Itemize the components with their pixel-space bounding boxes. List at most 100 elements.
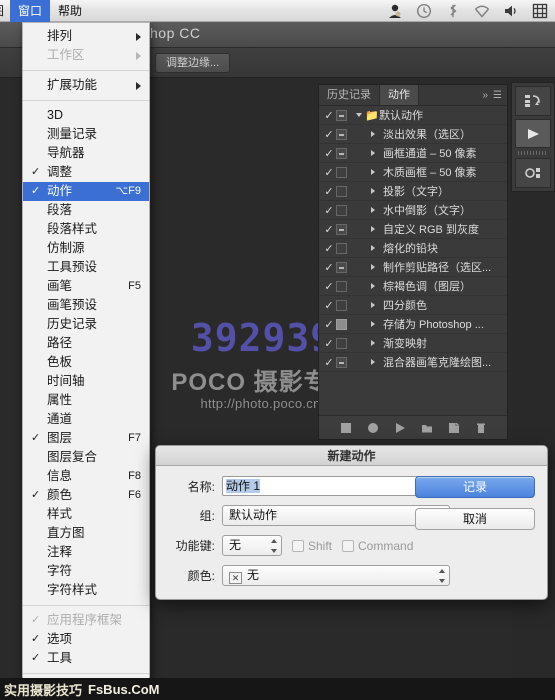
- action-toggle-checkmark-icon[interactable]: ✓: [322, 166, 336, 179]
- action-toggle-checkmark-icon[interactable]: ✓: [322, 337, 336, 350]
- bluetooth-icon[interactable]: [445, 3, 461, 19]
- action-row[interactable]: ✓📁默认动作: [319, 106, 507, 125]
- menu-item-17[interactable]: 路径: [23, 334, 149, 353]
- action-row[interactable]: ✓混合器画笔克隆绘图...: [319, 353, 507, 372]
- action-dialog-toggle-box[interactable]: [336, 205, 347, 216]
- menu-item-10[interactable]: 段落: [23, 201, 149, 220]
- action-row[interactable]: ✓水中倒影（文字）: [319, 201, 507, 220]
- disclosure-triangle-icon[interactable]: [367, 188, 379, 194]
- action-row[interactable]: ✓淡出效果（选区）: [319, 125, 507, 144]
- action-row[interactable]: ✓自定义 RGB 到灰度: [319, 220, 507, 239]
- action-dialog-toggle-box[interactable]: [336, 224, 347, 235]
- menu-item-27[interactable]: 直方图: [23, 524, 149, 543]
- menu-item-24[interactable]: 信息F8: [23, 467, 149, 486]
- color-select[interactable]: ✕无: [222, 565, 450, 586]
- window-menu-dropdown[interactable]: 排列工作区扩展功能3D测量记录导航器✓调整✓动作⌥F9段落段落样式仿制源工具预设…: [22, 22, 150, 682]
- command-checkbox[interactable]: Command: [342, 539, 413, 553]
- menu-item-19[interactable]: 时间轴: [23, 372, 149, 391]
- action-toggle-checkmark-icon[interactable]: ✓: [322, 356, 336, 369]
- action-row[interactable]: ✓制作剪贴路径（选区...: [319, 258, 507, 277]
- double-chevron-right-icon[interactable]: »: [482, 90, 488, 101]
- new-set-folder-icon[interactable]: [421, 422, 433, 434]
- record-icon[interactable]: [367, 422, 379, 434]
- menu-item-9[interactable]: ✓动作⌥F9: [23, 182, 149, 201]
- disclosure-triangle-icon[interactable]: [367, 226, 379, 232]
- actions-list[interactable]: ✓📁默认动作✓淡出效果（选区）✓画框通道 – 50 像素✓木质画框 – 50 像…: [319, 106, 507, 415]
- action-row[interactable]: ✓渐变映射: [319, 334, 507, 353]
- menu-item-15[interactable]: 画笔预设: [23, 296, 149, 315]
- disclosure-triangle-icon[interactable]: [367, 340, 379, 346]
- action-dialog-toggle-box[interactable]: [336, 319, 347, 330]
- action-dialog-toggle-box[interactable]: [336, 129, 347, 140]
- action-toggle-checkmark-icon[interactable]: ✓: [322, 280, 336, 293]
- action-dialog-toggle-box[interactable]: [336, 110, 347, 121]
- menu-item-26[interactable]: 样式: [23, 505, 149, 524]
- tab-history[interactable]: 历史记录: [319, 85, 380, 105]
- disclosure-triangle-icon[interactable]: [353, 113, 365, 117]
- menu-item-23[interactable]: 图层复合: [23, 448, 149, 467]
- disclosure-triangle-icon[interactable]: [367, 321, 379, 327]
- stop-icon[interactable]: [340, 422, 352, 434]
- disclosure-triangle-icon[interactable]: [367, 131, 379, 137]
- properties-panel-icon[interactable]: [515, 158, 551, 188]
- action-toggle-checkmark-icon[interactable]: ✓: [322, 299, 336, 312]
- action-toggle-checkmark-icon[interactable]: ✓: [322, 128, 336, 141]
- function-key-select[interactable]: 无: [222, 535, 282, 556]
- tab-actions[interactable]: 动作: [380, 85, 419, 105]
- actions-play-panel-icon[interactable]: [515, 119, 551, 149]
- action-row[interactable]: ✓画框通道 – 50 像素: [319, 144, 507, 163]
- action-dialog-toggle-box[interactable]: [336, 338, 347, 349]
- action-dialog-toggle-box[interactable]: [336, 243, 347, 254]
- input-method-icon[interactable]: [532, 3, 548, 19]
- action-dialog-toggle-box[interactable]: [336, 167, 347, 178]
- disclosure-triangle-icon[interactable]: [367, 283, 379, 289]
- menubar-item-help[interactable]: 帮助: [50, 0, 90, 22]
- disclosure-triangle-icon[interactable]: [367, 245, 379, 251]
- menu-item-5[interactable]: 3D: [23, 106, 149, 125]
- menu-item-34[interactable]: ✓工具: [23, 649, 149, 668]
- action-toggle-checkmark-icon[interactable]: ✓: [322, 109, 336, 122]
- cancel-button[interactable]: 取消: [415, 508, 535, 530]
- action-toggle-checkmark-icon[interactable]: ✓: [322, 223, 336, 236]
- action-row[interactable]: ✓投影（文字）: [319, 182, 507, 201]
- menu-item-30[interactable]: 字符样式: [23, 581, 149, 600]
- disclosure-triangle-icon[interactable]: [367, 150, 379, 156]
- action-row[interactable]: ✓存储为 Photoshop ...: [319, 315, 507, 334]
- menu-item-8[interactable]: ✓调整: [23, 163, 149, 182]
- action-row[interactable]: ✓棕褐色调（图层）: [319, 277, 507, 296]
- action-row[interactable]: ✓木质画框 – 50 像素: [319, 163, 507, 182]
- menu-item-0[interactable]: 排列: [23, 27, 149, 46]
- menu-item-14[interactable]: 画笔F5: [23, 277, 149, 296]
- wifi-icon[interactable]: [474, 3, 490, 19]
- disclosure-triangle-icon[interactable]: [367, 207, 379, 213]
- menubar-item-window[interactable]: 窗口: [10, 0, 50, 22]
- action-row[interactable]: ✓四分颜色: [319, 296, 507, 315]
- menu-item-7[interactable]: 导航器: [23, 144, 149, 163]
- action-toggle-checkmark-icon[interactable]: ✓: [322, 204, 336, 217]
- menu-item-6[interactable]: 测量记录: [23, 125, 149, 144]
- action-dialog-toggle-box[interactable]: [336, 186, 347, 197]
- menu-item-11[interactable]: 段落样式: [23, 220, 149, 239]
- action-toggle-checkmark-icon[interactable]: ✓: [322, 242, 336, 255]
- disclosure-triangle-icon[interactable]: [367, 169, 379, 175]
- action-toggle-checkmark-icon[interactable]: ✓: [322, 147, 336, 160]
- user-avatar-icon[interactable]: [387, 3, 403, 19]
- disclosure-triangle-icon[interactable]: [367, 359, 379, 365]
- action-dialog-toggle-box[interactable]: [336, 300, 347, 311]
- menu-item-18[interactable]: 色板: [23, 353, 149, 372]
- action-dialog-toggle-box[interactable]: [336, 262, 347, 273]
- history-panel-icon[interactable]: [515, 86, 551, 116]
- menu-item-28[interactable]: 注释: [23, 543, 149, 562]
- disclosure-triangle-icon[interactable]: [367, 264, 379, 270]
- menu-item-12[interactable]: 仿制源: [23, 239, 149, 258]
- panel-menu-icon[interactable]: ☰: [493, 90, 502, 101]
- menu-item-29[interactable]: 字符: [23, 562, 149, 581]
- action-row[interactable]: ✓熔化的铅块: [319, 239, 507, 258]
- menu-item-3[interactable]: 扩展功能: [23, 76, 149, 95]
- action-dialog-toggle-box[interactable]: [336, 281, 347, 292]
- menu-item-25[interactable]: ✓颜色F6: [23, 486, 149, 505]
- action-dialog-toggle-box[interactable]: [336, 357, 347, 368]
- action-dialog-toggle-box[interactable]: [336, 148, 347, 159]
- time-machine-icon[interactable]: [416, 3, 432, 19]
- menu-item-13[interactable]: 工具预设: [23, 258, 149, 277]
